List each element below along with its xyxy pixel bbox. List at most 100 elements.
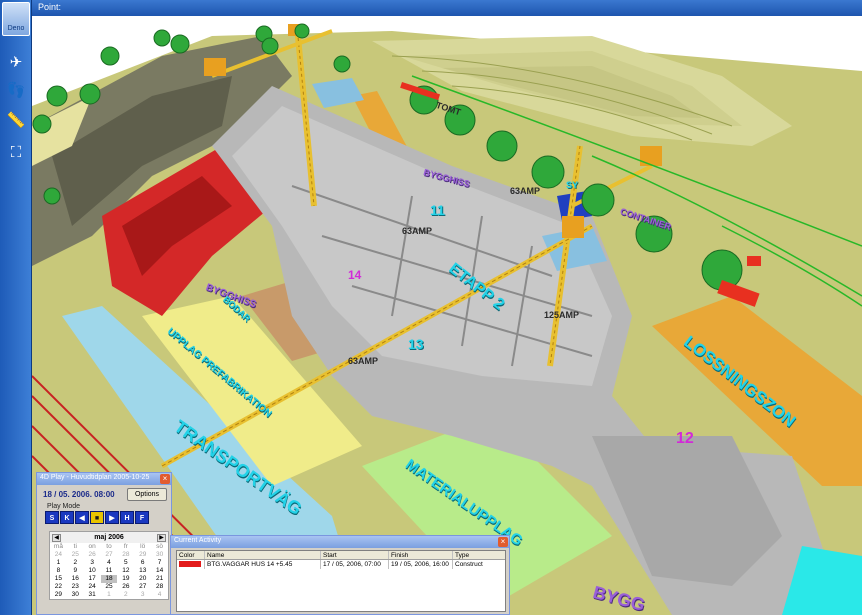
calendar-day[interactable]: 27 xyxy=(134,583,151,591)
calendar-day[interactable]: 18 xyxy=(100,575,118,583)
app-window: Deno ✈ 👣 📏 ⛶ Point: TRANSPORTVÄG MATERIA… xyxy=(0,0,862,615)
calendar-day[interactable]: 24 xyxy=(84,583,101,591)
logo-button[interactable]: Deno xyxy=(2,2,30,36)
calendar-day[interactable]: 14 xyxy=(151,567,168,575)
calendar-day[interactable]: 15 xyxy=(50,575,67,583)
calendar-day[interactable]: 17 xyxy=(84,575,101,583)
calendar-day[interactable]: 26 xyxy=(117,583,134,591)
calendar-day[interactable]: 30 xyxy=(67,591,84,599)
start-cell: 17 / 05, 2006, 07:00 xyxy=(321,560,389,569)
top-bar: Point: xyxy=(32,0,862,16)
calendar-day[interactable]: 12 xyxy=(117,567,134,575)
ruler-icon[interactable]: 📏 xyxy=(4,108,28,132)
calendar-day[interactable]: 23 xyxy=(67,583,84,591)
4d-play-window[interactable]: 4D Play - Huvudtidplan 2005-10-25 × 18 /… xyxy=(36,472,172,615)
footprints-icon[interactable]: 👣 xyxy=(4,78,28,102)
calendar-day[interactable]: 22 xyxy=(50,583,67,591)
label-amp-2: 125AMP xyxy=(544,310,580,320)
activity-window-titlebar[interactable]: Current Activity × xyxy=(171,536,509,548)
finish-cell: 19 / 05, 2006, 16:00 xyxy=(389,560,453,569)
current-activity-window[interactable]: Current Activity × Color Name Start Fini… xyxy=(170,535,510,615)
play-mode-button[interactable]: K xyxy=(60,511,74,524)
calendar-day[interactable]: 16 xyxy=(67,575,84,583)
name-cell: BTG.VAGGAR HUS 14 +5.45 xyxy=(205,560,321,569)
calendar-day[interactable]: 6 xyxy=(134,559,151,567)
table-header: Color Name Start Finish Type xyxy=(177,551,505,560)
calendar-day[interactable]: 10 xyxy=(84,567,101,575)
play-window-title: 4D Play - Huvudtidplan 2005-10-25 xyxy=(40,474,150,481)
calendar-day[interactable]: 19 xyxy=(117,575,134,583)
calendar-day[interactable]: 9 xyxy=(67,567,84,575)
calendar-header: ◀ maj 2006 ▶ xyxy=(50,532,168,543)
column-header[interactable]: Color xyxy=(177,551,205,559)
next-month-button[interactable]: ▶ xyxy=(157,533,166,542)
calendar-day[interactable]: 20 xyxy=(134,575,151,583)
calendar-day-header: fr xyxy=(123,543,128,550)
calendar-day[interactable]: 1 xyxy=(50,559,67,567)
calendar-day[interactable]: 24 xyxy=(50,551,67,559)
calendar-day[interactable]: 29 xyxy=(134,551,151,559)
play-mode-button[interactable]: H xyxy=(120,511,134,524)
calendar-day[interactable]: 7 xyxy=(151,559,168,567)
calendar-day[interactable]: 21 xyxy=(151,575,168,583)
calendar-day[interactable]: 3 xyxy=(84,559,101,567)
prev-month-button[interactable]: ◀ xyxy=(52,533,61,542)
calendar-day[interactable]: 28 xyxy=(151,583,168,591)
column-header[interactable]: Start xyxy=(321,551,389,559)
calendar-day[interactable]: 29 xyxy=(50,591,67,599)
play-controls: S K ◀ ■ ▶ H F xyxy=(45,511,149,524)
calendar-day[interactable]: 1 xyxy=(101,591,118,599)
calendar-day[interactable]: 4 xyxy=(101,559,118,567)
label-number-11: 11 xyxy=(430,202,445,218)
calendar-day[interactable]: 28 xyxy=(117,551,134,559)
activity-table: Color Name Start Finish Type BTG.VAGGAR … xyxy=(176,550,506,612)
close-icon[interactable]: × xyxy=(498,537,508,547)
play-mode-button[interactable]: ▶ xyxy=(105,511,119,524)
calendar-day[interactable]: 13 xyxy=(134,567,151,575)
calendar-day[interactable]: 25 xyxy=(67,551,84,559)
options-button[interactable]: Options xyxy=(127,488,167,501)
label-number-14: 14 xyxy=(348,268,362,282)
calendar-day[interactable]: 31 xyxy=(84,591,101,599)
play-mode-button[interactable]: ◀ xyxy=(75,511,89,524)
play-window-titlebar[interactable]: 4D Play - Huvudtidplan 2005-10-25 × xyxy=(37,473,171,485)
calendar-month: maj 2006 xyxy=(94,534,124,541)
play-mode-button[interactable]: S xyxy=(45,511,59,524)
calendar-day-header: må xyxy=(53,543,63,550)
column-header[interactable]: Name xyxy=(205,551,321,559)
calendar-day[interactable]: 11 xyxy=(101,567,118,575)
current-date: 18 / 05. 2006. 08:00 xyxy=(43,490,115,499)
play-mode-button[interactable]: ■ xyxy=(90,511,104,524)
left-toolbar: Deno ✈ 👣 📏 ⛶ xyxy=(0,0,32,615)
column-header[interactable]: Finish xyxy=(389,551,453,559)
table-row[interactable]: BTG.VAGGAR HUS 14 +5.45 17 / 05, 2006, 0… xyxy=(177,560,505,569)
calendar-grid: må ti on to fr lö sö 24 25 26 27 28 29 30 1 2 3 4 5 6 7 8 9 10 1… xyxy=(50,543,168,599)
color-cell xyxy=(177,560,205,569)
calendar-day[interactable]: 25 xyxy=(101,583,118,591)
calendar-day[interactable]: 3 xyxy=(134,591,151,599)
calendar-day[interactable]: 5 xyxy=(117,559,134,567)
calendar-day[interactable]: 8 xyxy=(50,567,67,575)
logo-text: Deno xyxy=(7,25,25,32)
type-cell: Construct xyxy=(455,561,483,568)
play-mode-label: Play Mode xyxy=(47,503,81,510)
calendar-day-header: lö xyxy=(140,543,146,550)
calendar-day-header: sö xyxy=(156,543,163,550)
calendar-day[interactable]: 30 xyxy=(151,551,168,559)
calendar-day[interactable]: 4 xyxy=(151,591,168,599)
label-number-12: 12 xyxy=(676,430,694,447)
calendar-day-header: to xyxy=(106,543,112,550)
calendar-day[interactable]: 2 xyxy=(117,591,134,599)
label-amp-1: 63AMP xyxy=(348,356,379,366)
fit-view-icon[interactable]: ⛶ xyxy=(4,140,28,164)
label-amp-4: 63AMP xyxy=(510,186,541,196)
calendar-day[interactable]: 26 xyxy=(84,551,101,559)
play-mode-button[interactable]: F xyxy=(135,511,149,524)
column-header[interactable]: Type xyxy=(453,551,503,559)
calendar-day-header: ti xyxy=(73,543,77,550)
calendar[interactable]: ◀ maj 2006 ▶ må ti on to fr lö sö 24 25 26 27 28 29 3… xyxy=(49,531,169,600)
calendar-day[interactable]: 2 xyxy=(67,559,84,567)
close-icon[interactable]: × xyxy=(160,474,170,484)
calendar-day[interactable]: 27 xyxy=(101,551,118,559)
plane-icon[interactable]: ✈ xyxy=(4,50,28,74)
